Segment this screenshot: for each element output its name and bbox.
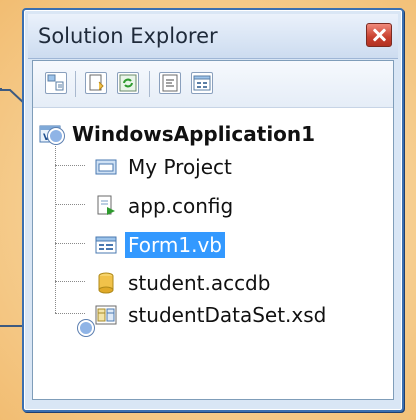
tree-node-student-accdb[interactable]: student.accdb — [95, 264, 273, 298]
tree-node-label: My Project — [128, 154, 232, 179]
callout-dot-project — [48, 128, 64, 144]
my-project-icon — [95, 154, 117, 176]
toolbar-separator — [75, 71, 76, 97]
tree-line — [55, 313, 85, 314]
form-icon — [95, 232, 117, 254]
toolbar — [33, 61, 393, 108]
solution-explorer-window: Solution Explorer WindowsApplication1 My… — [22, 8, 404, 412]
view-designer-icon[interactable] — [191, 72, 213, 94]
close-button[interactable] — [366, 23, 392, 47]
config-file-icon — [95, 193, 117, 215]
tree-node-label: student.accdb — [128, 270, 271, 295]
tree-node-project[interactable]: VB WindowsApplication1 — [39, 115, 318, 149]
tree-line — [55, 281, 85, 282]
dataset-icon — [95, 302, 117, 324]
tree-line — [55, 204, 85, 205]
toolbar-separator — [149, 71, 150, 97]
project-name: WindowsApplication1 — [72, 121, 316, 146]
view-code-icon[interactable] — [159, 72, 181, 94]
tree-line — [55, 165, 85, 166]
title-bar: Solution Explorer — [28, 14, 398, 59]
window-title: Solution Explorer — [38, 24, 218, 48]
tree-line — [55, 243, 85, 244]
tree-node-label: Form1.vb — [125, 231, 225, 258]
tree-node-label: studentDataSet.xsd — [128, 302, 327, 327]
tree-node-app-config[interactable]: app.config — [95, 187, 236, 221]
properties-icon[interactable] — [85, 72, 107, 94]
refresh-icon[interactable] — [117, 72, 139, 94]
callout-dot-dataset — [78, 320, 94, 336]
solution-tree: VB WindowsApplication1 My Project — [33, 107, 393, 399]
tree-node-form1[interactable]: Form1.vb — [95, 226, 225, 260]
tree-node-my-project[interactable]: My Project — [95, 148, 235, 182]
tree-node-student-dataset[interactable]: studentDataSet.xsd — [95, 296, 329, 330]
database-icon — [95, 270, 117, 293]
tree-node-label: app.config — [128, 193, 234, 218]
tree-line — [55, 137, 56, 313]
show-all-files-icon[interactable] — [45, 72, 67, 94]
explorer-content: VB WindowsApplication1 My Project — [32, 60, 394, 400]
